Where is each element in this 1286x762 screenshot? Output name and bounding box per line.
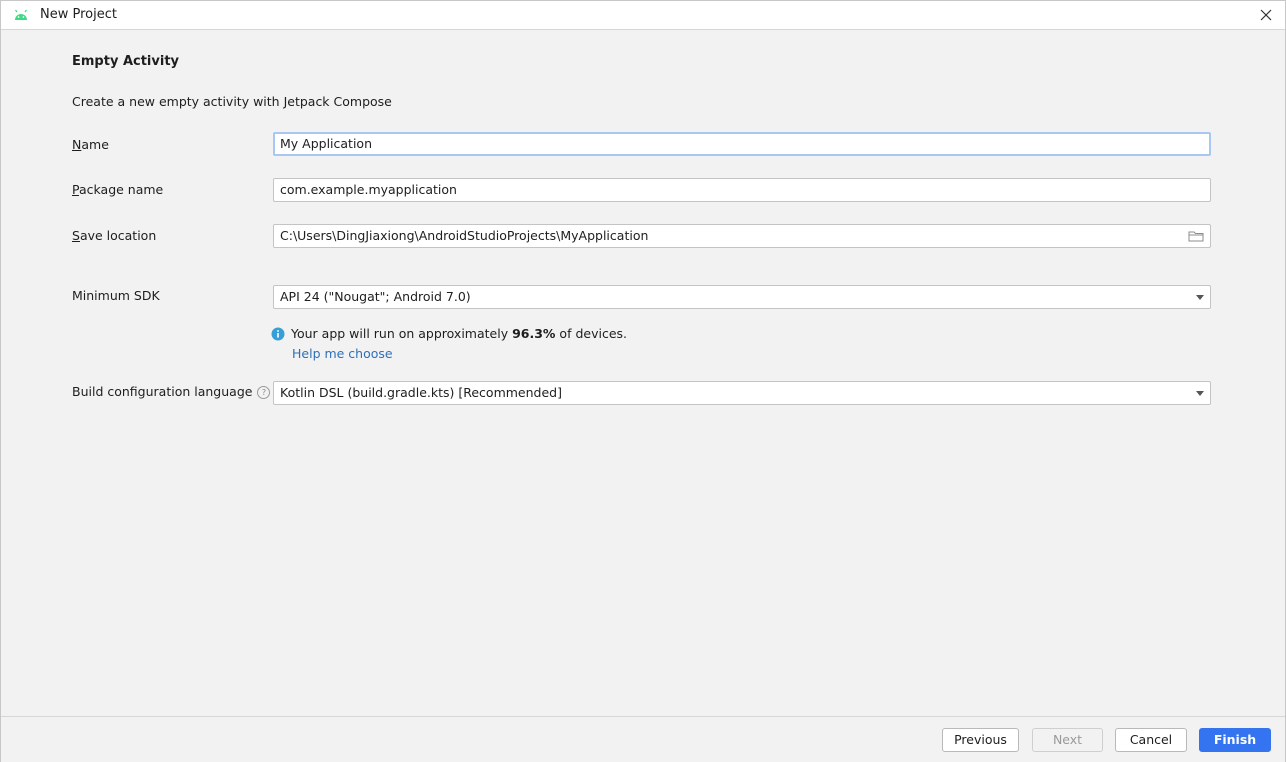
build-config-label-text: Build configuration language [72,384,253,399]
minimum-sdk-select[interactable]: API 24 ("Nougat"; Android 7.0) [273,285,1211,309]
close-icon [1260,9,1272,21]
package-label-rest: ackage name [78,182,164,197]
folder-icon[interactable] [1188,230,1204,242]
minimum-sdk-label: Minimum SDK [72,288,160,303]
title-bar: New Project [1,1,1285,30]
name-label-mnemonic: N [72,137,82,152]
name-label-rest: ame [81,137,109,152]
cancel-button[interactable]: Cancel [1115,728,1187,752]
sdk-coverage-info: Your app will run on approximately 96.3%… [271,326,627,341]
chevron-down-icon [1196,295,1204,300]
device-coverage-percent: 96.3% [512,326,556,341]
previous-button[interactable]: Previous [942,728,1019,752]
name-input[interactable]: My Application [273,132,1211,156]
new-project-dialog: New Project Empty Activity Create a new … [0,0,1286,762]
package-name-value: com.example.myapplication [280,182,457,197]
help-me-choose-link[interactable]: Help me choose [292,346,393,361]
template-heading: Empty Activity [72,54,180,69]
dialog-footer: Previous Next Cancel Finish [1,716,1285,762]
package-name-input[interactable]: com.example.myapplication [273,178,1211,202]
question-icon[interactable]: ? [257,386,271,399]
info-text-prefix: Your app will run on approximately [291,326,513,341]
package-label-mnemonic: P [72,182,79,197]
finish-button[interactable]: Finish [1199,728,1271,752]
next-button[interactable]: Next [1032,728,1103,752]
package-name-label: Package name [72,182,163,197]
build-config-language-select[interactable]: Kotlin DSL (build.gradle.kts) [Recommend… [273,381,1211,405]
info-icon [271,327,285,340]
window-title: New Project [40,7,117,22]
save-label-mnemonic: S [72,228,80,243]
name-input-value: My Application [280,136,372,151]
save-label-rest: ave location [79,228,157,243]
build-config-language-label: Build configuration language? [72,384,271,399]
save-location-label: Save location [72,228,156,243]
save-location-value: C:\Users\DingJiaxiong\AndroidStudioProje… [280,228,649,243]
chevron-down-icon [1196,391,1204,396]
name-label: Name [72,137,109,152]
template-description: Create a new empty activity with Jetpack… [72,94,392,109]
minimum-sdk-value: API 24 ("Nougat"; Android 7.0) [280,289,471,304]
save-location-input[interactable]: C:\Users\DingJiaxiong\AndroidStudioProje… [273,224,1211,248]
android-icon [15,9,27,20]
info-text-suffix: of devices. [555,326,627,341]
build-config-language-value: Kotlin DSL (build.gradle.kts) [Recommend… [280,385,562,400]
close-button[interactable] [1255,4,1277,26]
